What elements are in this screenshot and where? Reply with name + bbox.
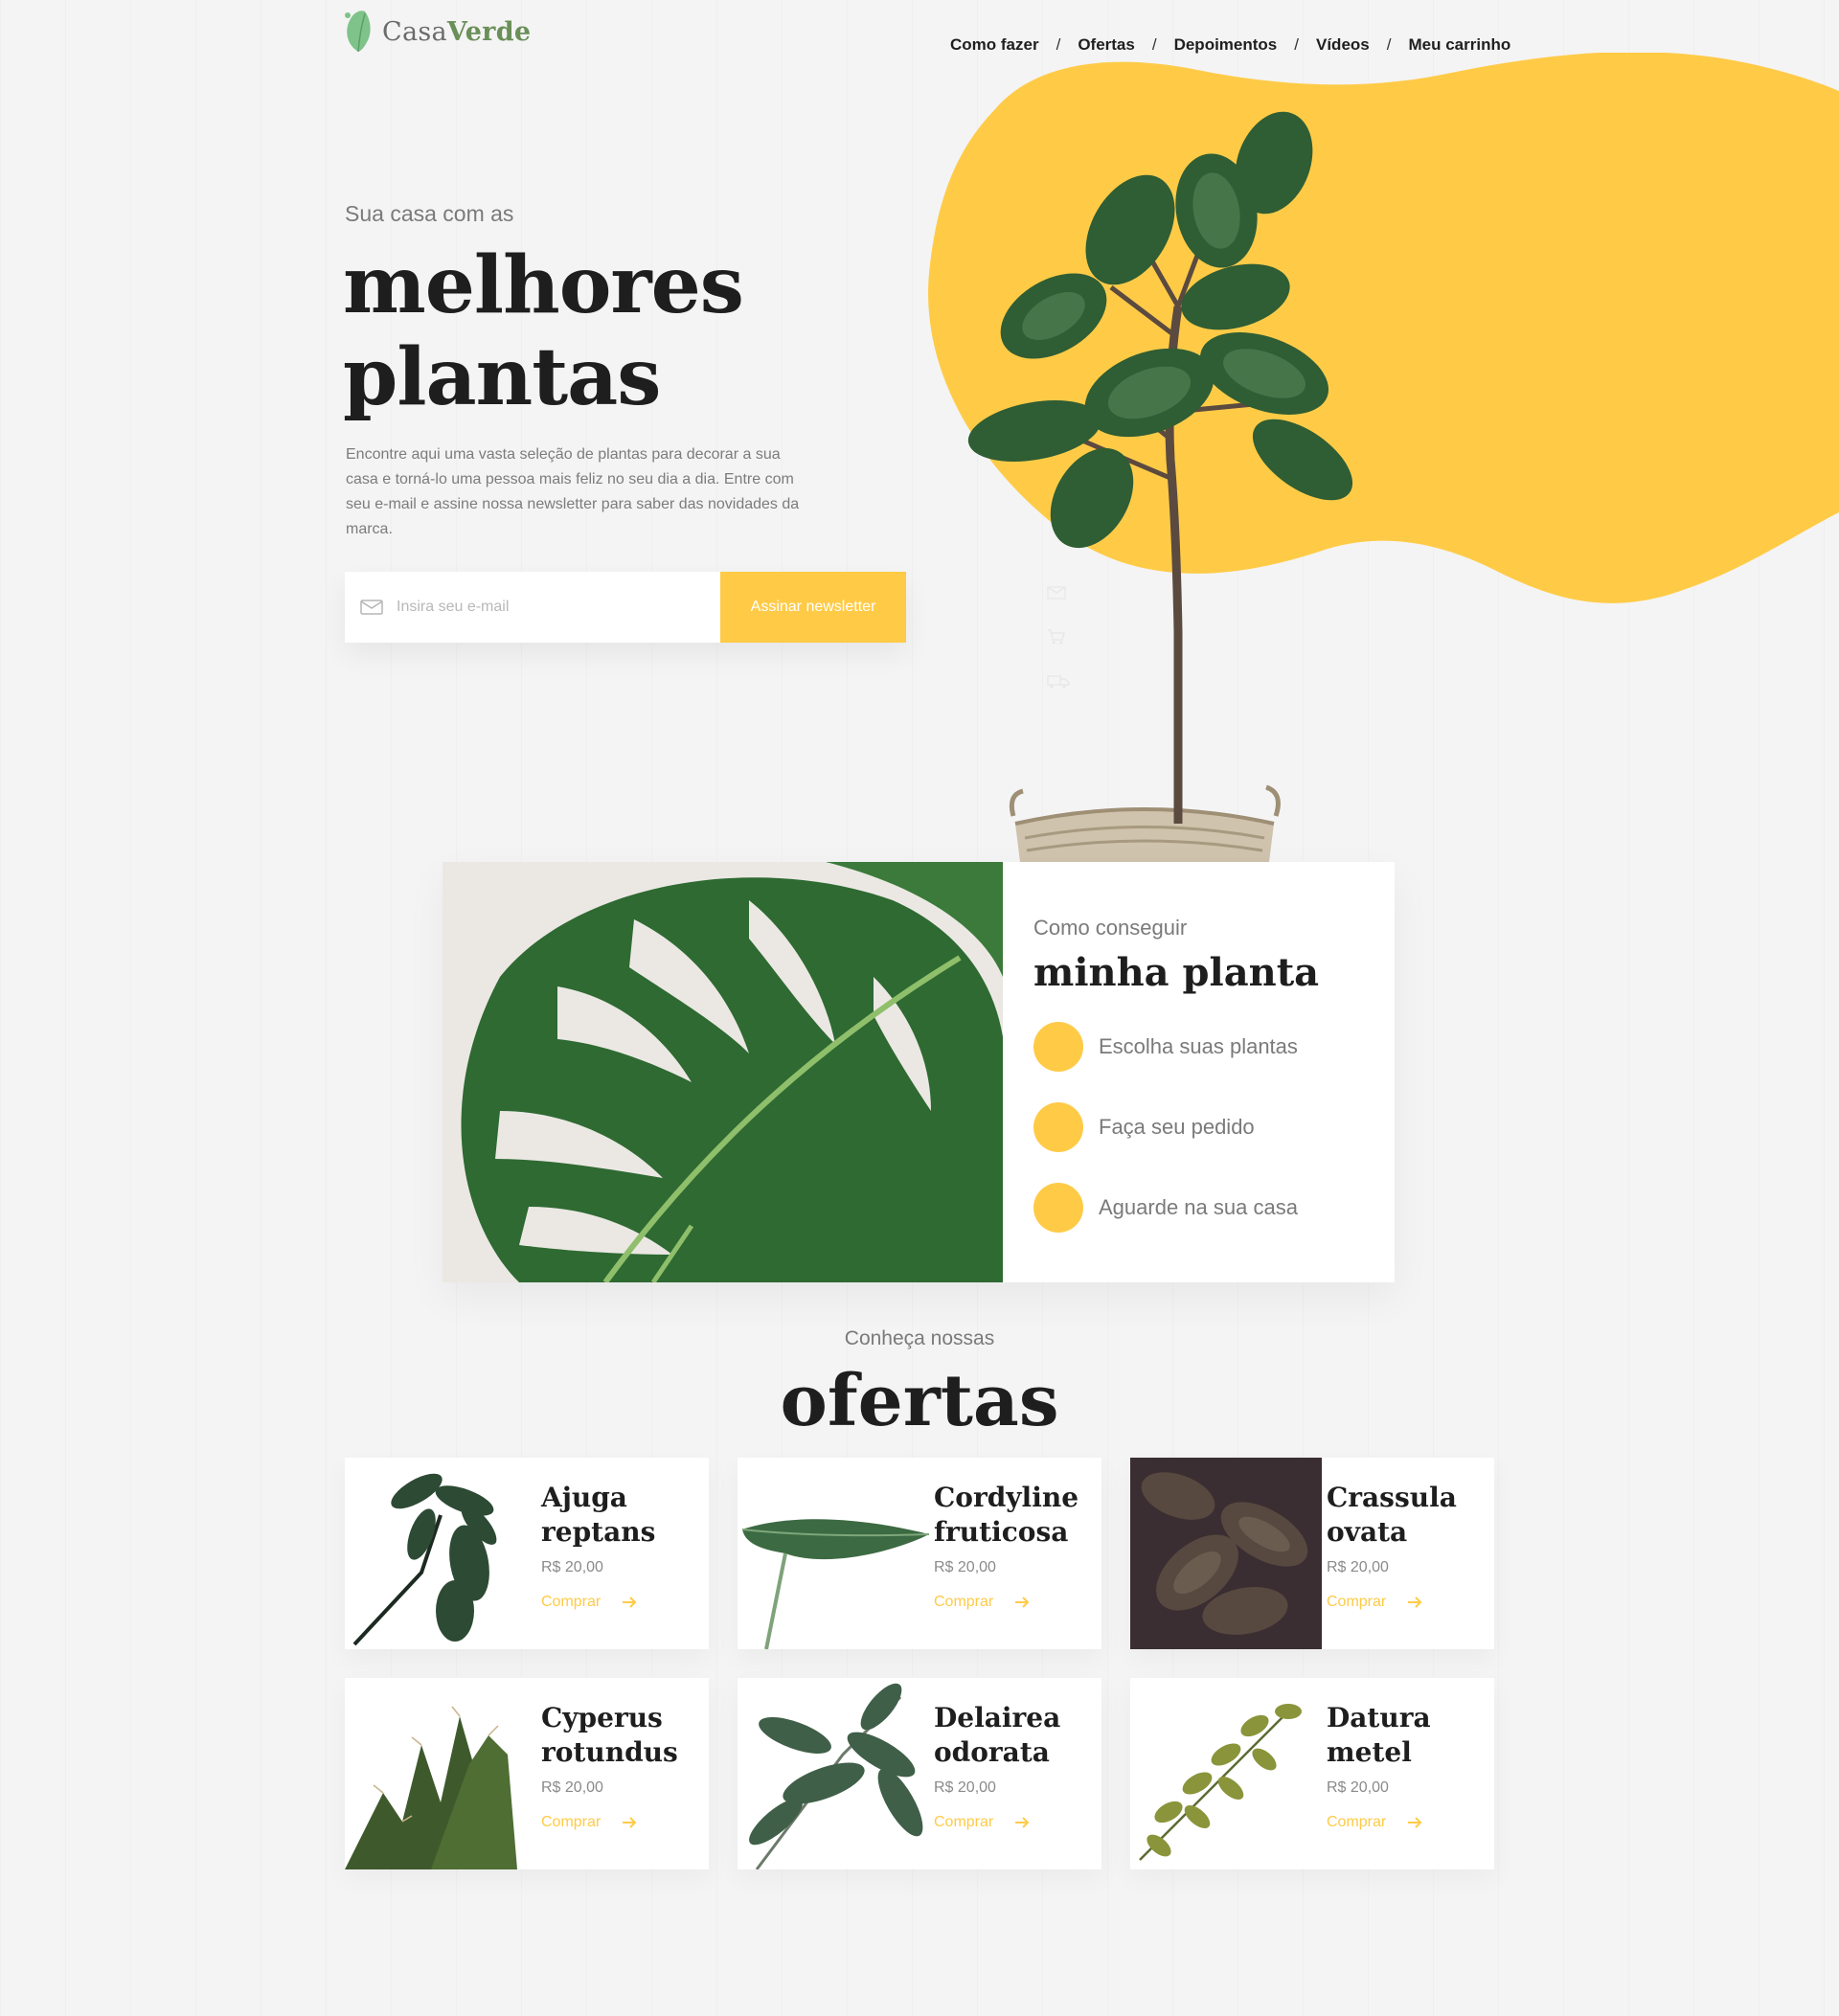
nav-item-depoimentos[interactable]: Depoimentos xyxy=(1174,35,1278,55)
arrow-right-icon xyxy=(1408,1597,1422,1608)
step-label: Faça seu pedido xyxy=(1099,1115,1255,1139)
product-price: R$ 20,00 xyxy=(541,1779,603,1796)
step-item: Faça seu pedido xyxy=(1033,1102,1364,1152)
step-item: Escolha suas plantas xyxy=(1033,1022,1364,1072)
nav-separator: / xyxy=(1151,35,1157,54)
product-image xyxy=(345,1678,536,1869)
product-price: R$ 20,00 xyxy=(1327,1779,1389,1796)
main-nav: Como fazer / Ofertas / Depoimentos / Víd… xyxy=(950,35,1510,55)
buy-button[interactable]: Comprar xyxy=(934,1594,1097,1611)
step-bullet xyxy=(1033,1183,1083,1233)
steps-list: Escolha suas plantas Faça seu pedido Agu… xyxy=(1033,1022,1364,1233)
email-input[interactable] xyxy=(397,599,684,616)
arrow-right-icon xyxy=(623,1597,637,1608)
nav-separator: / xyxy=(1056,35,1061,54)
email-field-wrapper xyxy=(345,572,720,643)
step-label: Escolha suas plantas xyxy=(1099,1034,1298,1058)
product-price: R$ 20,00 xyxy=(541,1559,603,1575)
hero-subtitle: Sua casa com as xyxy=(345,201,514,226)
how-title: minha planta xyxy=(1033,950,1320,995)
arrow-right-icon xyxy=(1015,1817,1030,1828)
product-card: Cyperus rotundus R$ 20,00 Comprar xyxy=(345,1678,709,1869)
hero-title-line2: plantas xyxy=(343,331,661,423)
fiddle-leaf-fig-image xyxy=(967,111,1353,862)
product-card: Datura metel R$ 20,00 Comprar xyxy=(1130,1678,1494,1869)
step-label: Aguarde na sua casa xyxy=(1099,1195,1298,1219)
step-item: Aguarde na sua casa xyxy=(1033,1183,1364,1233)
hero-description: Encontre aqui uma vasta seleção de plant… xyxy=(346,446,800,537)
product-name: Ajuga reptans xyxy=(541,1482,656,1548)
product-info: Cyperus rotundus R$ 20,00 Comprar xyxy=(541,1701,704,1831)
product-card: Delairea odorata R$ 20,00 Comprar xyxy=(738,1678,1101,1869)
hero-title: melhores plantas xyxy=(343,239,744,423)
product-price: R$ 20,00 xyxy=(1327,1559,1389,1575)
product-info: Delairea odorata R$ 20,00 Comprar xyxy=(934,1701,1097,1831)
product-card: Ajuga reptans R$ 20,00 Comprar xyxy=(345,1458,709,1649)
product-info: Crassula ovata R$ 20,00 Comprar xyxy=(1327,1481,1489,1611)
buy-button[interactable]: Comprar xyxy=(1327,1814,1489,1831)
arrow-right-icon xyxy=(1408,1817,1422,1828)
how-it-works-card: Como conseguir minha planta Escolha suas… xyxy=(1003,862,1395,1282)
product-card: Cordyline fruticosa R$ 20,00 Comprar xyxy=(738,1458,1101,1649)
product-info: Datura metel R$ 20,00 Comprar xyxy=(1327,1701,1489,1831)
monstera-leaf-image xyxy=(443,862,1003,1282)
nav-item-videos[interactable]: Vídeos xyxy=(1316,35,1370,55)
product-image xyxy=(1130,1458,1322,1649)
product-price: R$ 20,00 xyxy=(934,1779,996,1796)
buy-button[interactable]: Comprar xyxy=(1327,1594,1489,1611)
step-bullet xyxy=(1033,1022,1083,1072)
product-name: Datura metel xyxy=(1327,1702,1431,1768)
nav-item-como-fazer[interactable]: Como fazer xyxy=(950,35,1039,55)
leaf-logo-icon xyxy=(345,11,371,53)
nav-item-meu-carrinho[interactable]: Meu carrinho xyxy=(1408,35,1510,55)
mail-icon xyxy=(360,600,383,615)
product-image xyxy=(738,1678,929,1869)
nav-item-ofertas[interactable]: Ofertas xyxy=(1078,35,1135,55)
product-grid: Ajuga reptans R$ 20,00 Comprar Cordyline f… xyxy=(345,1458,1494,1869)
product-card: Crassula ovata R$ 20,00 Comprar xyxy=(1130,1458,1494,1649)
arrow-right-icon xyxy=(1015,1597,1030,1608)
offers-subtitle: Conheça nossas xyxy=(844,1327,995,1349)
product-info: Ajuga reptans R$ 20,00 Comprar xyxy=(541,1481,704,1611)
buy-button[interactable]: Comprar xyxy=(541,1814,704,1831)
nav-separator: / xyxy=(1294,35,1299,54)
nav-separator: / xyxy=(1386,35,1392,54)
hero-title-line1: melhores xyxy=(343,239,744,331)
step-bullet xyxy=(1033,1102,1083,1152)
arrow-right-icon xyxy=(623,1817,637,1828)
product-name: Cyperus rotundus xyxy=(541,1702,678,1768)
brand-name: CasaVerde xyxy=(382,16,532,47)
product-image xyxy=(1130,1678,1322,1869)
subscribe-newsletter-button[interactable]: Assinar newsletter xyxy=(720,572,906,643)
how-subtitle: Como conseguir xyxy=(1033,916,1188,940)
product-info: Cordyline fruticosa R$ 20,00 Comprar xyxy=(934,1481,1097,1611)
product-price: R$ 20,00 xyxy=(934,1559,996,1575)
product-name: Crassula ovata xyxy=(1327,1482,1457,1548)
buy-button[interactable]: Comprar xyxy=(934,1814,1097,1831)
buy-button[interactable]: Comprar xyxy=(541,1594,704,1611)
product-name: Delairea odorata xyxy=(934,1702,1061,1768)
offers-title: ofertas xyxy=(780,1360,1059,1442)
brand-logo[interactable]: CasaVerde xyxy=(342,10,531,54)
product-image xyxy=(345,1458,536,1649)
how-it-works-section: Como conseguir minha planta Escolha suas… xyxy=(443,862,1395,1282)
product-image xyxy=(738,1458,929,1649)
product-name: Cordyline fruticosa xyxy=(934,1482,1079,1548)
newsletter-form: Assinar newsletter xyxy=(345,572,906,643)
